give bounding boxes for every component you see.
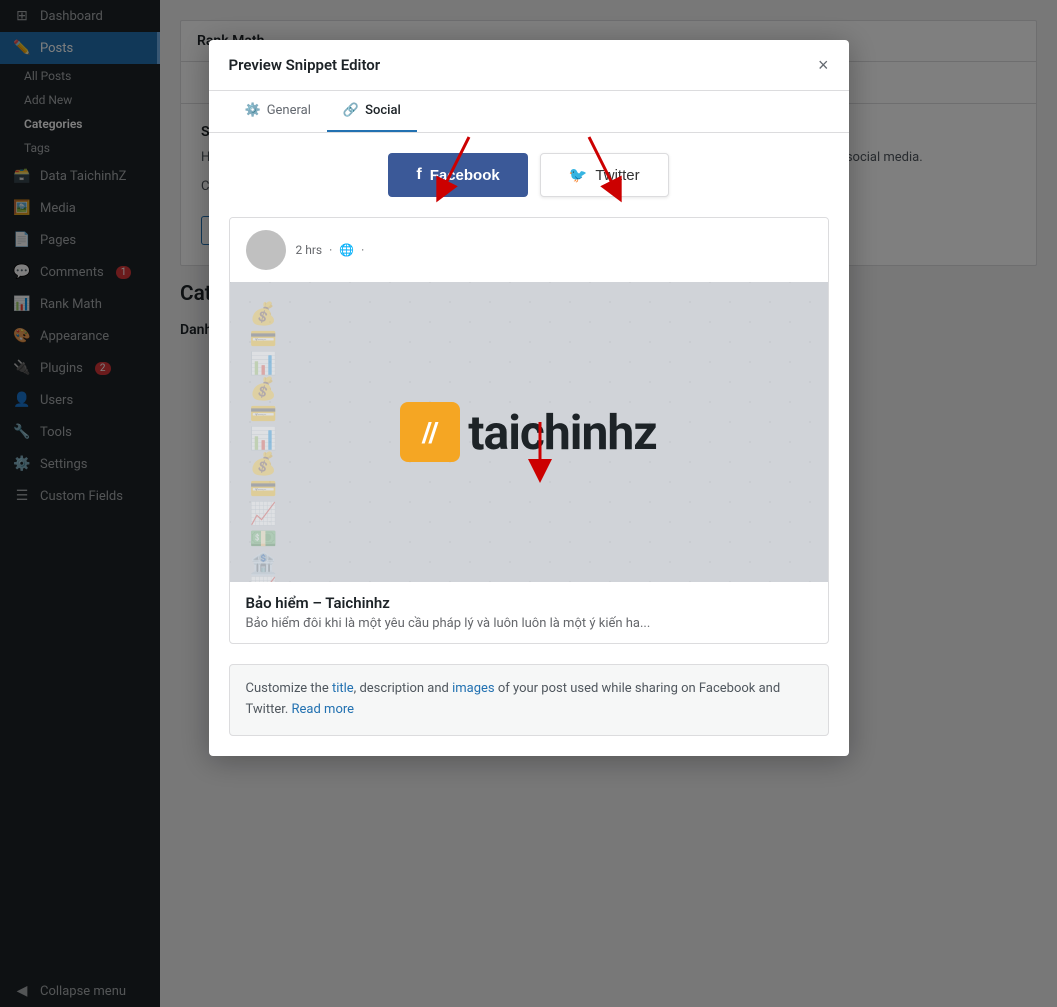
bottom-info-images-link[interactable]: images xyxy=(452,681,495,696)
bottom-info-read-more[interactable]: Read more xyxy=(292,702,355,717)
modal-overlay[interactable]: Preview Snippet Editor × ⚙️ General 🔗 So… xyxy=(160,0,1057,1007)
bottom-info-title-link[interactable]: title xyxy=(332,681,354,696)
modal-tab-general[interactable]: ⚙️ General xyxy=(229,91,327,132)
fb-post-title: Bảo hiểm – Taichinhz xyxy=(230,582,828,616)
modal-tab-social-icon: 🔗 xyxy=(343,103,359,118)
fb-post-meta: 2 hrs · 🌐 · xyxy=(296,243,365,257)
fb-avatar xyxy=(246,230,286,270)
logo-icon: // xyxy=(400,402,460,462)
modal-tab-social-label: Social xyxy=(365,103,401,118)
logo-arrow-svg xyxy=(500,422,580,502)
main-content: Rank Math ⚙️ General 📋 Advanced 🔗 Social… xyxy=(160,0,1057,1007)
modal-tab-general-label: General xyxy=(267,103,311,118)
fb-image-bg: 💰💳📊💰💳📊💰💳 📈💵🏦📈💵🏦📈💵 💰💳📊💰💳📊💰💳 📈💵🏦📈💵🏦📈💵 💰💳📊💰… xyxy=(230,282,828,582)
bottom-info-text2: , description and xyxy=(354,681,452,696)
fb-globe-icon: 🌐 xyxy=(339,243,354,257)
bottom-info-text1: Customize the xyxy=(246,681,332,696)
arrows-svg xyxy=(379,117,679,237)
modal-header: Preview Snippet Editor × xyxy=(209,40,849,91)
modal-tab-general-icon: ⚙️ xyxy=(245,103,261,118)
facebook-preview: 2 hrs · 🌐 · 💰💳📊💰💳📊💰💳 📈💵🏦📈💵🏦📈💵 xyxy=(229,217,829,644)
modal-title: Preview Snippet Editor xyxy=(229,56,381,74)
modal-close-button[interactable]: × xyxy=(818,56,829,74)
fb-post-time: 2 hrs xyxy=(296,243,323,257)
fb-image-container: 💰💳📊💰💳📊💰💳 📈💵🏦📈💵🏦📈💵 💰💳📊💰💳📊💰💳 📈💵🏦📈💵🏦📈💵 💰💳📊💰… xyxy=(230,282,828,582)
bottom-info-box: Customize the title, description and ima… xyxy=(229,664,829,736)
fb-post-description: Bảo hiểm đôi khi là một yêu cầu pháp lý … xyxy=(230,616,828,643)
preview-snippet-editor-modal: Preview Snippet Editor × ⚙️ General 🔗 So… xyxy=(209,40,849,756)
